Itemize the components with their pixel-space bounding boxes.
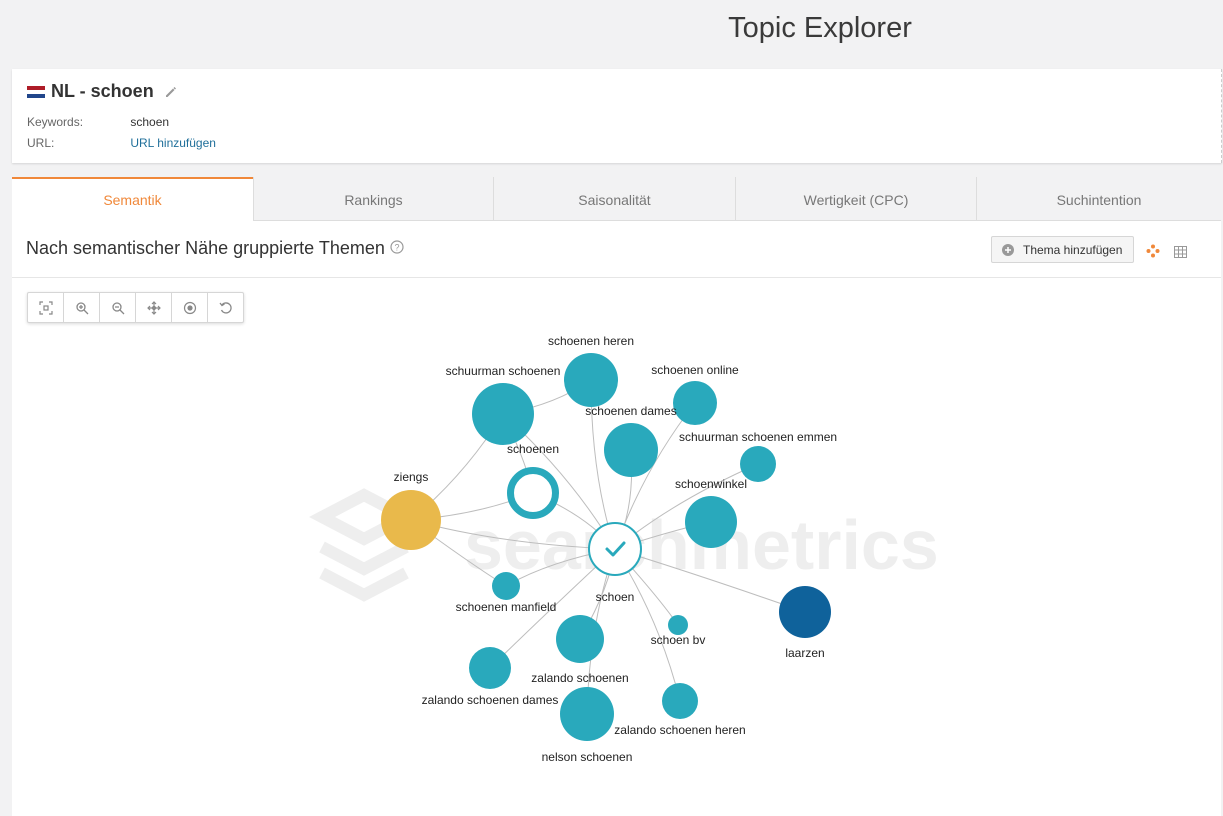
- topic-node-label: ziengs: [394, 470, 429, 484]
- topic-node[interactable]: laarzen: [779, 586, 831, 660]
- project-card: NL - schoen Keywords: schoen URL: URL hi…: [12, 69, 1222, 163]
- topic-node-label: schoenen: [507, 442, 559, 456]
- url-row: URL: URL hinzufügen: [27, 136, 216, 150]
- topic-node-circle[interactable]: [492, 572, 520, 600]
- pan-icon[interactable]: [136, 293, 172, 322]
- topic-node-label: schoenen manfield: [456, 600, 557, 614]
- topic-node-label: schoenen heren: [548, 334, 634, 348]
- topic-node[interactable]: schoenen heren: [548, 334, 634, 407]
- pencil-icon[interactable]: [164, 85, 178, 99]
- topic-node-circle[interactable]: [472, 383, 534, 445]
- topic-node-label: schoen bv: [651, 633, 706, 647]
- topic-node[interactable]: schuurman schoenen: [446, 364, 561, 445]
- project-header: NL - schoen: [27, 81, 178, 102]
- topic-node-circle[interactable]: [381, 490, 441, 550]
- topic-node-label: schoenen online: [651, 363, 739, 377]
- center-node-label: schoen: [596, 590, 635, 604]
- topic-node-circle[interactable]: [564, 353, 618, 407]
- add-url-link[interactable]: URL hinzufügen: [130, 136, 216, 150]
- topic-node[interactable]: schoen bv: [651, 615, 706, 647]
- topic-node-circle[interactable]: [779, 586, 831, 638]
- topic-node[interactable]: ziengs: [381, 470, 441, 550]
- topic-node-circle[interactable]: [685, 496, 737, 548]
- topic-node-label: zalando schoenen dames: [422, 693, 559, 707]
- center-node-circle[interactable]: [588, 522, 642, 576]
- topic-node-label: schoenen dames: [585, 404, 676, 418]
- zoom-out-icon[interactable]: [100, 293, 136, 322]
- app-title: Topic Explorer: [728, 12, 912, 44]
- netherlands-flag-icon: [27, 85, 45, 98]
- topic-node-label: schuurman schoenen emmen: [679, 430, 837, 444]
- topic-node-circle[interactable]: [560, 687, 614, 741]
- fit-icon[interactable]: [28, 293, 64, 322]
- center-node[interactable]: schoen: [588, 522, 642, 604]
- topic-node[interactable]: schoenen: [507, 442, 559, 519]
- topic-node-ring[interactable]: [507, 467, 559, 519]
- topic-node-circle[interactable]: [469, 647, 511, 689]
- topic-node-label: zalando schoenen: [531, 671, 628, 685]
- keywords-label: Keywords:: [27, 115, 84, 129]
- project-title: NL - schoen: [51, 81, 154, 101]
- topic-network-graph[interactable]: searchmetricsschoenen herenschuurman sch…: [12, 177, 1221, 816]
- keywords-value: schoen: [130, 115, 170, 129]
- topic-node[interactable]: zalando schoenen heren: [614, 683, 746, 737]
- topic-node-circle[interactable]: [604, 423, 658, 477]
- topic-node[interactable]: schuurman schoenen emmen: [679, 430, 837, 482]
- topic-node-circle[interactable]: [662, 683, 698, 719]
- topic-node-label: schuurman schoenen: [446, 364, 561, 378]
- topic-node[interactable]: schoenen dames: [585, 404, 677, 477]
- graph-toolbar: [27, 292, 244, 323]
- topic-node-circle[interactable]: [668, 615, 688, 635]
- semantic-panel: Semantik Rankings Saisonalität Wertigkei…: [12, 177, 1221, 816]
- zoom-in-icon[interactable]: [64, 293, 100, 322]
- topic-node-label: zalando schoenen heren: [614, 723, 745, 737]
- reset-icon[interactable]: [208, 293, 243, 322]
- url-label: URL:: [27, 136, 55, 150]
- topic-node-label: schoenwinkel: [675, 477, 747, 491]
- topic-node-circle[interactable]: [673, 381, 717, 425]
- keywords-row: Keywords: schoen: [27, 115, 169, 129]
- topic-node-circle[interactable]: [556, 615, 604, 663]
- topic-node[interactable]: zalando schoenen: [531, 615, 629, 685]
- topic-node-label: laarzen: [785, 646, 824, 660]
- topic-node-label: nelson schoenen: [542, 750, 633, 764]
- center-icon[interactable]: [172, 293, 208, 322]
